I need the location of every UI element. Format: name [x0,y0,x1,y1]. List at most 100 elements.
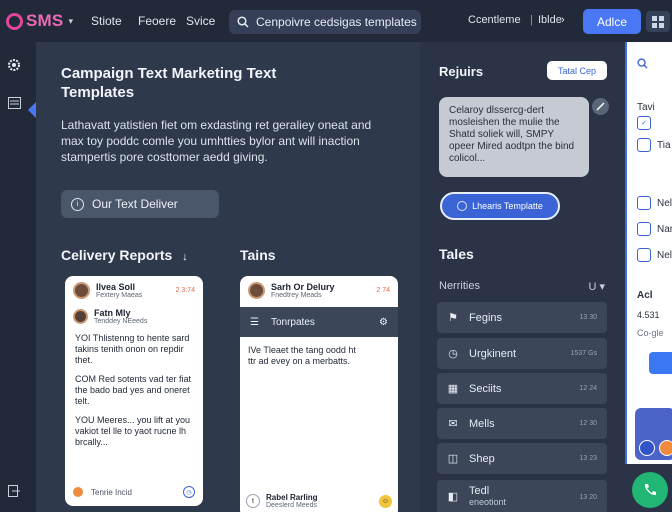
checkbox-icon[interactable] [637,138,651,152]
panel-line: Nel [657,198,672,209]
top-link-1[interactable]: Ccentleme [468,14,521,26]
tale-item[interactable]: ▦ Seciits 12 24 [437,373,607,404]
add-button[interactable]: Adlce [583,9,641,34]
avatar [639,440,655,456]
clock-icon[interactable]: ◷ [183,486,195,498]
contact-row[interactable]: Sarh Or Delury Fnedtrey Meads 2 74 [240,276,398,299]
avatar [248,282,265,299]
templates-bar[interactable]: ☰ Tonrpates ⚙ [240,307,398,337]
tale-item[interactable]: ◷ Urgkinent 1537 Gs [437,338,607,369]
chevron-right-icon[interactable]: › [561,14,565,26]
search-icon [237,16,249,28]
deliver-button[interactable]: i Our Text Deliver [61,190,219,218]
total-badge[interactable]: Tatal Cep [547,61,607,80]
right-column: Rejuirs Tatal Cep Celaroy dlssercg-dert … [420,42,625,512]
page-title: Campaign Text Marketing Text Templates [61,65,277,101]
message-text: YOU Meeres... you lift at you vakiot tel… [75,415,191,447]
tale-item[interactable]: ⚑ Fegins 13 30 [437,302,607,333]
contact-name: Sarh Or Delury [271,282,335,292]
notifications-value: U ▾ [588,281,605,293]
top-bar: SMS ▾ Stiote Feoere Svice Cenpoivre ceds… [0,0,672,42]
contact-row[interactable]: Ilvea Soll Fextery Maeas 2 3:74 [65,276,203,299]
app-logo[interactable]: SMS ▾ [6,11,73,31]
panel-heading: Acl [637,290,653,301]
message-text: COM Red sotents vad ter fiat the bado ba… [75,374,192,406]
panel-button[interactable] [649,352,672,374]
emoji-icon[interactable]: ☺ [379,494,392,508]
tale-item[interactable]: ◫ Shep 13 23 [437,443,607,474]
nav-link-2[interactable]: Feoere [138,14,176,28]
mail-icon: ✉ [448,418,458,430]
top-link-2[interactable]: Iblde [538,14,562,26]
checkbox-icon[interactable] [637,222,651,236]
panel-line: 4.531 [637,310,660,320]
logo-text: SMS [26,11,64,30]
timer-icon: t [246,494,260,508]
sidebar [0,42,36,512]
chevron-down-icon[interactable]: ▾ [68,16,73,27]
card-footer[interactable]: t Rabel Rarling Deeslerd Meeds ☺ [246,490,392,512]
trains-card[interactable]: Sarh Or Delury Fnedtrey Meads 2 74 ☰ Ton… [240,276,398,512]
checkbox-icon[interactable] [637,248,651,262]
card-footer: Tenrie Incid ◷ [73,486,195,498]
search-input[interactable]: Cenpoivre cedsigas templates [229,10,421,34]
notifications-row[interactable]: Nerrities U ▾ [439,280,605,293]
flag-icon: ⚑ [448,312,458,324]
main-content: Campaign Text Marketing Text Templates L… [36,42,420,512]
contact-sub: Deeslerd Meeds [266,502,317,509]
contact-sub: Fnedtrey Meads [271,292,322,299]
list-icon[interactable] [7,96,21,110]
tale-item[interactable]: ✉ Mells 12 30 [437,408,607,439]
search-icon[interactable] [637,56,648,74]
tales-title: Tales [439,246,474,262]
panel-line: Tavi [637,102,655,113]
contact-name: Fatn Mly [94,308,131,318]
nav-link-1[interactable]: Stiote [91,14,122,28]
timestamp: 2 74 [376,286,390,294]
message-text: YOI Thlistenng to hente sard takins teni… [75,333,190,365]
contact-name: Rabel Rarling [266,493,318,502]
message-text: IVe Tleaet the tang oodd ht ttr ad evey … [248,345,356,366]
chat-icon: ◧ [447,490,459,503]
tale-item[interactable]: ◧ Tedl eneotiont 13 20 [437,480,607,512]
info-icon [457,201,468,211]
active-indicator [28,102,36,118]
checkbox-icon[interactable] [637,196,651,210]
deliver-button-label: Our Text Deliver [92,197,178,211]
bag-icon: ◫ [447,453,459,465]
checkbox-icon[interactable]: ✓ [637,116,651,130]
search-text: Cenpoivre cedsigas templates [256,15,417,29]
divider-icon: | [530,14,533,26]
logout-icon[interactable] [7,484,21,498]
contact-name: Ilvea Soll [96,282,136,292]
avatar [73,309,88,324]
contact-row[interactable]: Fatn Mly Tenddey NEeeds [65,299,203,325]
menu-icon[interactable]: ☰ [250,317,259,328]
requests-title: Rejuirs [439,64,484,79]
contact-sub: Tenddey NEeeds [94,318,148,325]
panel-line: Nar [657,224,672,235]
learn-templates-button[interactable]: Lhearis Templatte [440,192,560,220]
templates-label: Tonrpates [270,316,315,328]
reply-icon[interactable] [592,98,609,115]
apps-icon[interactable] [646,11,670,32]
delivery-card[interactable]: Ilvea Soll Fextery Maeas 2 3:74 Fatn Mly… [65,276,203,506]
arrow-down-icon[interactable]: ↓ [182,251,188,263]
logo-icon [6,12,23,30]
phone-icon [644,484,656,496]
avatar [659,440,672,456]
panel-line: Co-gle [637,328,664,338]
footer-text: Tenrie Incid [91,487,132,497]
phone-fab-button[interactable] [632,472,668,508]
status-dot-icon [73,487,83,497]
gear-icon[interactable] [7,58,21,72]
grid-icon: ▦ [447,383,459,395]
settings-icon[interactable]: ⚙ [379,317,388,328]
panel-line: Nel [657,250,672,261]
panel-line: Tia [657,140,671,151]
notifications-label: Nerrities [439,280,480,292]
avatar [73,282,90,299]
request-bubble: Celaroy dlssercg-dert mosleishen the mul… [439,97,589,177]
trains-title: Tains [240,247,276,263]
nav-link-3[interactable]: Svice [186,14,215,28]
